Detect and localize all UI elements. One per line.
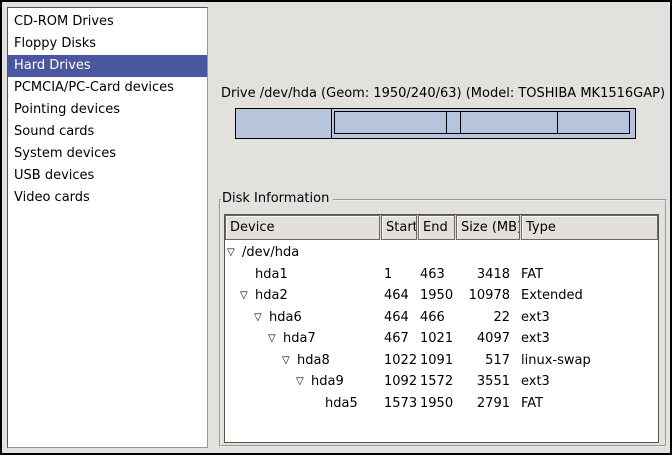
table-row-hda8[interactable]: ▽ hda8 1022 1091 517 linux-swap (225, 350, 658, 372)
sidebar-item-pointing-devices[interactable]: Pointing devices (8, 99, 207, 121)
device-name: hda8 (297, 350, 330, 372)
sidebar-item-floppy-disks[interactable]: Floppy Disks (8, 33, 207, 55)
device-name: hda1 (255, 264, 288, 286)
partition-segment-hda1 (235, 108, 332, 139)
partition-segment-hda7 (334, 111, 447, 134)
sidebar-item-usb-devices[interactable]: USB devices (8, 165, 207, 187)
device-name: hda6 (269, 307, 302, 329)
sidebar-item-cdrom-drives[interactable]: CD-ROM Drives (8, 11, 207, 33)
expander-open-icon[interactable]: ▽ (227, 242, 242, 264)
table-row-hda5[interactable]: ▽ hda5 1573 1950 2791 FAT (225, 393, 658, 415)
column-header-end[interactable]: End (418, 215, 455, 240)
sidebar-item-sound-cards[interactable]: Sound cards (8, 121, 207, 143)
column-header-device[interactable]: Device (225, 215, 380, 240)
table-row-dev-hda[interactable]: ▽ /dev/hda (225, 242, 658, 264)
device-name: hda2 (255, 285, 288, 307)
disk-table: Device Start End Size (MB) Type ▽ /dev/h… (224, 214, 659, 443)
partition-segment-hda8 (446, 111, 461, 134)
drive-title: Drive /dev/hda (Geom: 1950/240/63) (Mode… (219, 86, 667, 101)
column-header-size[interactable]: Size (MB) (456, 215, 520, 240)
device-name: /dev/hda (242, 242, 299, 264)
table-row-hda6[interactable]: ▽ hda6 464 466 22 ext3 (225, 307, 658, 329)
device-name: hda5 (325, 393, 358, 415)
partition-bar (235, 108, 636, 139)
table-row-hda7[interactable]: ▽ hda7 467 1021 4097 ext3 (225, 328, 658, 350)
table-row-hda2[interactable]: ▽ hda2 464 1950 10978 Extended (225, 285, 658, 307)
expander-open-icon[interactable]: ▽ (240, 285, 255, 307)
partition-segment-hda9 (460, 111, 559, 134)
device-name: hda9 (311, 371, 344, 393)
disk-table-header: Device Start End Size (MB) Type (225, 215, 658, 240)
table-row-hda9[interactable]: ▽ hda9 1092 1572 3551 ext3 (225, 371, 658, 393)
sidebar-item-pcmcia-devices[interactable]: PCMCIA/PC-Card devices (8, 77, 207, 99)
sidebar-item-system-devices[interactable]: System devices (8, 143, 207, 165)
column-header-type[interactable]: Type (521, 215, 658, 240)
expander-open-icon[interactable]: ▽ (268, 328, 283, 350)
hardware-browser-window: CD-ROM Drives Floppy Disks Hard Drives P… (0, 0, 672, 455)
disk-information-label: Disk Information (221, 192, 333, 206)
disk-information-frame: Disk Information Device Start End Size (… (219, 199, 667, 447)
expander-open-icon[interactable]: ▽ (282, 350, 297, 372)
expander-open-icon[interactable]: ▽ (296, 371, 311, 393)
table-row-hda1[interactable]: ▽ hda1 1 463 3418 FAT (225, 264, 658, 286)
sidebar-item-hard-drives[interactable]: Hard Drives (8, 55, 207, 77)
expander-open-icon[interactable]: ▽ (254, 307, 269, 329)
partition-segment-hda5 (557, 111, 630, 134)
device-name: hda7 (283, 328, 316, 350)
device-category-list: CD-ROM Drives Floppy Disks Hard Drives P… (7, 7, 208, 448)
partition-segment-extended (331, 108, 636, 139)
column-header-start[interactable]: Start (381, 215, 417, 240)
disk-table-body: ▽ /dev/hda ▽ hda1 1 463 3418 (225, 240, 658, 414)
sidebar-item-video-cards[interactable]: Video cards (8, 187, 207, 209)
